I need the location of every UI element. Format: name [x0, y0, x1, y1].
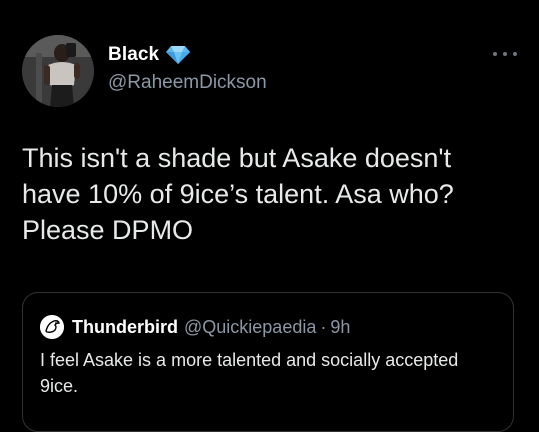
author-handle[interactable]: @RaheemDickson: [108, 72, 267, 94]
dot: [503, 52, 507, 56]
quoted-tweet[interactable]: Thunderbird @Quickiepaedia · 9h I feel A…: [22, 292, 514, 432]
quoted-tweet-header: Thunderbird @Quickiepaedia · 9h: [40, 315, 350, 339]
author-display-name[interactable]: Black: [108, 44, 159, 66]
blue-diamond-icon: [165, 45, 191, 65]
quoted-display-name[interactable]: Thunderbird: [72, 317, 178, 338]
more-dots-icon[interactable]: [493, 47, 517, 61]
tweet: Black @RaheemDickson This isn't a shade …: [0, 0, 539, 432]
bird-logo-avatar[interactable]: [40, 315, 64, 339]
tweet-text: This isn't a shade but Asake doesn't hav…: [22, 143, 454, 245]
quoted-tweet-text: I feel Asake is a more talented and soci…: [40, 350, 459, 396]
quoted-timestamp[interactable]: 9h: [330, 317, 350, 338]
dot: [513, 52, 517, 56]
author-avatar[interactable]: [22, 35, 94, 107]
dot: [493, 52, 497, 56]
name-row: Black: [108, 44, 267, 66]
dot-separator: ·: [320, 316, 327, 337]
profile-photo: [22, 35, 94, 107]
quoted-handle[interactable]: @Quickiepaedia: [184, 317, 316, 338]
author-info: Black @RaheemDickson: [108, 44, 267, 94]
